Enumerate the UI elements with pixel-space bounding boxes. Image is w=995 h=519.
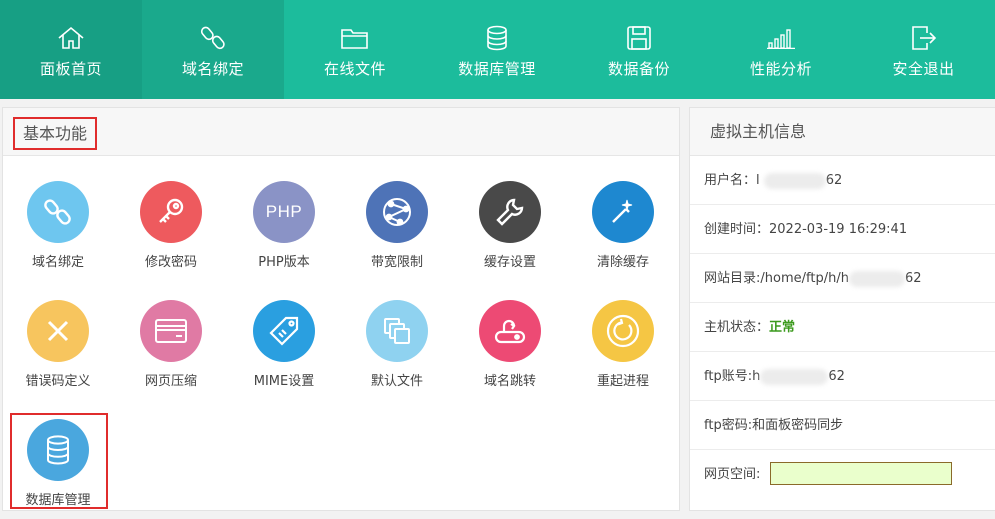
panel-title: 虚拟主机信息 xyxy=(690,108,995,156)
tile-mime-settings[interactable]: MIME设置 xyxy=(234,300,334,400)
info-row-created: 创建时间：2022-03-19 16:29:41 xyxy=(690,205,995,254)
magic-wand-icon xyxy=(592,181,654,243)
files-icon xyxy=(366,300,428,362)
tile-default-files[interactable]: 默认文件 xyxy=(347,300,447,400)
home-icon xyxy=(56,24,86,52)
tile-bandwidth-limit[interactable]: 带宽限制 xyxy=(347,181,447,281)
tile-page-compression[interactable]: 网页压缩 xyxy=(121,300,221,400)
tile-restart-process[interactable]: 重起进程 xyxy=(573,300,673,400)
nav-label: 安全退出 xyxy=(892,60,955,78)
host-info-panel: 虚拟主机信息 用户名：l 62 创建时间：2022-03-19 16:29:41… xyxy=(689,107,995,511)
tile-error-codes[interactable]: 错误码定义 xyxy=(8,300,108,400)
link-icon xyxy=(198,24,228,52)
tile-label: 重起进程 xyxy=(596,374,649,389)
panel-title: 基本功能 xyxy=(13,117,98,150)
info-row-status: 主机状态：正常 xyxy=(690,303,995,352)
tile-label: 错误码定义 xyxy=(25,374,91,389)
tile-php-version[interactable]: PHP PHP版本 xyxy=(234,181,334,281)
link-icon xyxy=(27,181,89,243)
redacted-mask xyxy=(763,172,826,189)
redacted-mask xyxy=(760,368,829,385)
close-icon xyxy=(27,300,89,362)
nav-item-database[interactable]: 数据库管理 xyxy=(426,0,568,99)
top-nav: 面板首页 域名绑定 在线文件 数据库管理 数据备份 性能分析 安全退出 xyxy=(0,0,995,99)
tag-icon xyxy=(253,300,315,362)
info-label: ftp密码: xyxy=(704,418,753,433)
save-icon xyxy=(624,24,654,52)
tile-label: 网页压缩 xyxy=(144,374,197,389)
info-label: 网页空间: xyxy=(704,467,761,482)
card-icon xyxy=(140,300,202,362)
nav-label: 数据库管理 xyxy=(458,60,536,78)
nav-label: 数据备份 xyxy=(607,60,670,78)
tile-label: 缓存设置 xyxy=(483,255,536,270)
info-value: 和面板密码同步 xyxy=(752,418,844,433)
wrench-icon xyxy=(479,181,541,243)
nav-label: 面板首页 xyxy=(39,60,102,78)
status-badge: 正常 xyxy=(769,320,796,335)
redirect-icon xyxy=(479,300,541,362)
key-icon xyxy=(140,181,202,243)
tile-domain-redirect[interactable]: 域名跳转 xyxy=(460,300,560,400)
panel-header: 基本功能 xyxy=(3,108,679,156)
info-value-suffix: 62 xyxy=(828,369,845,384)
tile-label: 域名跳转 xyxy=(483,374,536,389)
tile-clear-cache[interactable]: 清除缓存 xyxy=(573,181,673,281)
tile-label: 修改密码 xyxy=(144,255,197,270)
tile-domain-binding[interactable]: 域名绑定 xyxy=(8,181,108,281)
nav-label: 在线文件 xyxy=(323,60,386,78)
signal-bars-icon xyxy=(766,24,796,52)
nav-item-online-files[interactable]: 在线文件 xyxy=(284,0,426,99)
info-label: ftp账号: xyxy=(704,369,753,384)
nav-item-home[interactable]: 面板首页 xyxy=(0,0,142,99)
info-value: /home/ftp/h/h xyxy=(760,271,849,286)
info-value: 2022-03-19 16:29:41 xyxy=(769,222,908,237)
info-value: h xyxy=(752,369,761,384)
highlight-box xyxy=(10,413,108,509)
tile-label: 域名绑定 xyxy=(31,255,84,270)
logout-icon xyxy=(909,24,939,52)
database-icon xyxy=(482,24,512,52)
php-icon: PHP xyxy=(253,181,315,243)
restart-icon xyxy=(592,300,654,362)
info-row-username: 用户名：l 62 xyxy=(690,156,995,205)
info-label: 创建时间： xyxy=(704,222,770,237)
nav-item-backup[interactable]: 数据备份 xyxy=(568,0,710,99)
info-label: 网站目录: xyxy=(704,271,761,286)
info-row-ftp-password: ftp密码:和面板密码同步 xyxy=(690,401,995,450)
tile-change-password[interactable]: 修改密码 xyxy=(121,181,221,281)
info-value-suffix: 62 xyxy=(825,173,843,188)
info-label: 用户名： xyxy=(704,173,757,188)
tile-label: 清除缓存 xyxy=(596,255,649,270)
folder-icon xyxy=(340,24,370,52)
nav-label: 性能分析 xyxy=(749,60,812,78)
info-row-webdir: 网站目录:/home/ftp/h/h 62 xyxy=(690,254,995,303)
info-row-web-space: 网页空间: xyxy=(690,450,995,499)
web-space-bar xyxy=(770,462,952,485)
info-value-suffix: 62 xyxy=(904,271,922,286)
nav-item-logout[interactable]: 安全退出 xyxy=(852,0,995,99)
nav-label: 域名绑定 xyxy=(181,60,244,78)
info-label: 主机状态： xyxy=(704,320,770,335)
tile-cache-settings[interactable]: 缓存设置 xyxy=(460,181,560,281)
tile-label: PHP版本 xyxy=(258,255,310,270)
redacted-mask xyxy=(848,270,905,287)
tile-label: 带宽限制 xyxy=(370,255,423,270)
info-row-ftp-account: ftp账号:h 62 xyxy=(690,352,995,401)
nav-item-performance[interactable]: 性能分析 xyxy=(710,0,852,99)
tile-label: MIME设置 xyxy=(253,374,315,389)
tile-label: 默认文件 xyxy=(370,374,423,389)
nav-item-domain-binding[interactable]: 域名绑定 xyxy=(142,0,284,99)
network-icon xyxy=(366,181,428,243)
info-value: l xyxy=(756,173,760,188)
php-icon-text: PHP xyxy=(265,202,303,221)
